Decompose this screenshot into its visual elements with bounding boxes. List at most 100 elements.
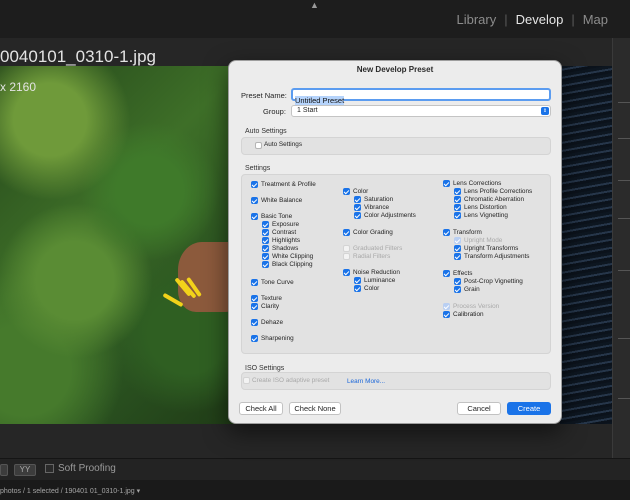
process-version-checkbox[interactable] <box>443 303 450 310</box>
transform-adjustments-checkbox[interactable] <box>454 253 461 260</box>
radial-filters-checkbox-label: Radial Filters <box>353 252 391 260</box>
calibration-checkbox-label: Calibration <box>453 310 484 318</box>
auto-settings-checkbox[interactable] <box>255 142 262 149</box>
iso-settings-section-label: ISO Settings <box>245 365 285 372</box>
module-picker: Library | Develop | Map <box>452 12 612 27</box>
collapse-top-panel-icon[interactable]: ▲ <box>310 0 319 10</box>
iso-adaptive-checkbox[interactable] <box>243 377 250 384</box>
grain-checkbox[interactable] <box>454 286 461 293</box>
cancel-button[interactable]: Cancel <box>457 402 501 415</box>
dehaze-checkbox-label: Dehaze <box>261 318 284 326</box>
noise-reduction-checkbox[interactable] <box>343 269 350 276</box>
color-checkbox[interactable] <box>354 285 361 292</box>
panel-divider <box>618 338 630 339</box>
chromatic-aberration-checkbox[interactable] <box>454 196 461 203</box>
shadows-checkbox[interactable] <box>262 245 269 252</box>
basic-tone-checkbox[interactable] <box>251 213 258 220</box>
luminance-checkbox[interactable] <box>354 277 361 284</box>
exposure-checkbox[interactable] <box>262 221 269 228</box>
white-clipping-checkbox-label: White Clipping <box>272 252 314 260</box>
chevron-updown-icon: ⇕ <box>541 107 549 115</box>
lens-profile-corrections-checkbox[interactable] <box>454 188 461 195</box>
saturation-checkbox[interactable] <box>354 196 361 203</box>
view-mode-button[interactable] <box>0 464 8 476</box>
color-checkbox[interactable] <box>343 188 350 195</box>
vibrance-checkbox-label: Vibrance <box>364 203 390 211</box>
soft-proofing-label: Soft Proofing <box>58 463 116 474</box>
preset-name-input[interactable]: Untitled Preset <box>291 88 551 105</box>
soft-proofing-checkbox[interactable] <box>45 464 54 473</box>
highlights-checkbox-label: Highlights <box>272 236 301 244</box>
check-none-button[interactable]: Check None <box>289 402 341 415</box>
texture-checkbox[interactable] <box>251 295 258 302</box>
panel-divider <box>618 180 630 181</box>
create-button[interactable]: Create <box>507 402 551 415</box>
contrast-checkbox[interactable] <box>262 229 269 236</box>
photo-forest-area <box>0 66 250 424</box>
color-adjustments-checkbox-label: Color Adjustments <box>364 211 416 219</box>
white-balance-checkbox[interactable] <box>251 197 258 204</box>
upright-mode-checkbox-label: Upright Mode <box>464 236 503 244</box>
learn-more-link[interactable]: Learn More... <box>347 378 385 385</box>
filmstrip-source-info[interactable]: photos / 1 selected / 190401 01_0310-1.j… <box>0 487 140 495</box>
upright-mode-checkbox[interactable] <box>454 237 461 244</box>
white-clipping-checkbox[interactable] <box>262 253 269 260</box>
right-panel-edge[interactable] <box>612 38 630 458</box>
tone-curve-checkbox-label: Tone Curve <box>261 278 294 286</box>
module-develop[interactable]: Develop <box>512 12 568 27</box>
radial-filters-checkbox[interactable] <box>343 253 350 260</box>
dialog-title: New Develop Preset <box>356 65 434 74</box>
group-select[interactable]: 1 Start ⇕ <box>291 105 551 117</box>
group-select-value: 1 Start <box>297 107 318 114</box>
graduated-filters-checkbox-label: Graduated Filters <box>353 244 403 252</box>
graduated-filters-checkbox[interactable] <box>343 245 350 252</box>
tone-curve-checkbox[interactable] <box>251 279 258 286</box>
color-checkbox-label: Color <box>353 187 369 195</box>
panel-divider <box>618 398 630 399</box>
black-clipping-checkbox[interactable] <box>262 261 269 268</box>
calibration-checkbox[interactable] <box>443 311 450 318</box>
upright-transforms-checkbox-label: Upright Transforms <box>464 244 519 252</box>
preset-name-label: Preset Name: <box>241 91 287 100</box>
lens-corrections-checkbox[interactable] <box>443 180 450 187</box>
before-after-button[interactable]: YY <box>14 464 36 476</box>
post-crop-vignetting-checkbox[interactable] <box>454 278 461 285</box>
color-grading-checkbox[interactable] <box>343 229 350 236</box>
module-separator: | <box>504 12 508 27</box>
module-map[interactable]: Map <box>579 12 612 27</box>
effects-checkbox[interactable] <box>443 270 450 277</box>
upright-transforms-checkbox[interactable] <box>454 245 461 252</box>
auto-settings-checkbox-label: Auto Settings <box>264 141 303 148</box>
noise-reduction-checkbox-label: Noise Reduction <box>353 268 400 276</box>
clarity-checkbox[interactable] <box>251 303 258 310</box>
transform-checkbox-label: Transform <box>453 228 482 236</box>
treatment-profile-checkbox[interactable] <box>251 181 258 188</box>
lens-distortion-checkbox-label: Lens Distortion <box>464 203 507 211</box>
sharpening-checkbox[interactable] <box>251 335 258 342</box>
module-library[interactable]: Library <box>452 12 500 27</box>
clarity-checkbox-label: Clarity <box>261 302 280 310</box>
color-adjustments-checkbox[interactable] <box>354 212 361 219</box>
dehaze-checkbox[interactable] <box>251 319 258 326</box>
iso-adaptive-label: Create ISO adaptive preset <box>252 377 330 384</box>
lens-distortion-checkbox[interactable] <box>454 204 461 211</box>
black-clipping-checkbox-label: Black Clipping <box>272 260 313 268</box>
lens-vignetting-checkbox[interactable] <box>454 212 461 219</box>
group-label: Group: <box>263 107 286 116</box>
chromatic-aberration-checkbox-label: Chromatic Aberration <box>464 195 525 203</box>
settings-section-label: Settings <box>245 165 271 172</box>
grain-checkbox-label: Grain <box>464 285 480 293</box>
check-all-button[interactable]: Check All <box>239 402 283 415</box>
highlights-checkbox[interactable] <box>262 237 269 244</box>
new-develop-preset-dialog: New Develop Preset Preset Name: Untitled… <box>228 60 562 424</box>
color-grading-checkbox-label: Color Grading <box>353 228 393 236</box>
sharpening-checkbox-label: Sharpening <box>261 334 294 342</box>
effects-checkbox-label: Effects <box>453 269 473 277</box>
luminance-checkbox-label: Luminance <box>364 276 396 284</box>
transform-checkbox[interactable] <box>443 229 450 236</box>
texture-checkbox-label: Texture <box>261 294 282 302</box>
basic-tone-checkbox-label: Basic Tone <box>261 212 293 220</box>
vibrance-checkbox[interactable] <box>354 204 361 211</box>
panel-divider <box>618 138 630 139</box>
transform-adjustments-checkbox-label: Transform Adjustments <box>464 252 530 260</box>
